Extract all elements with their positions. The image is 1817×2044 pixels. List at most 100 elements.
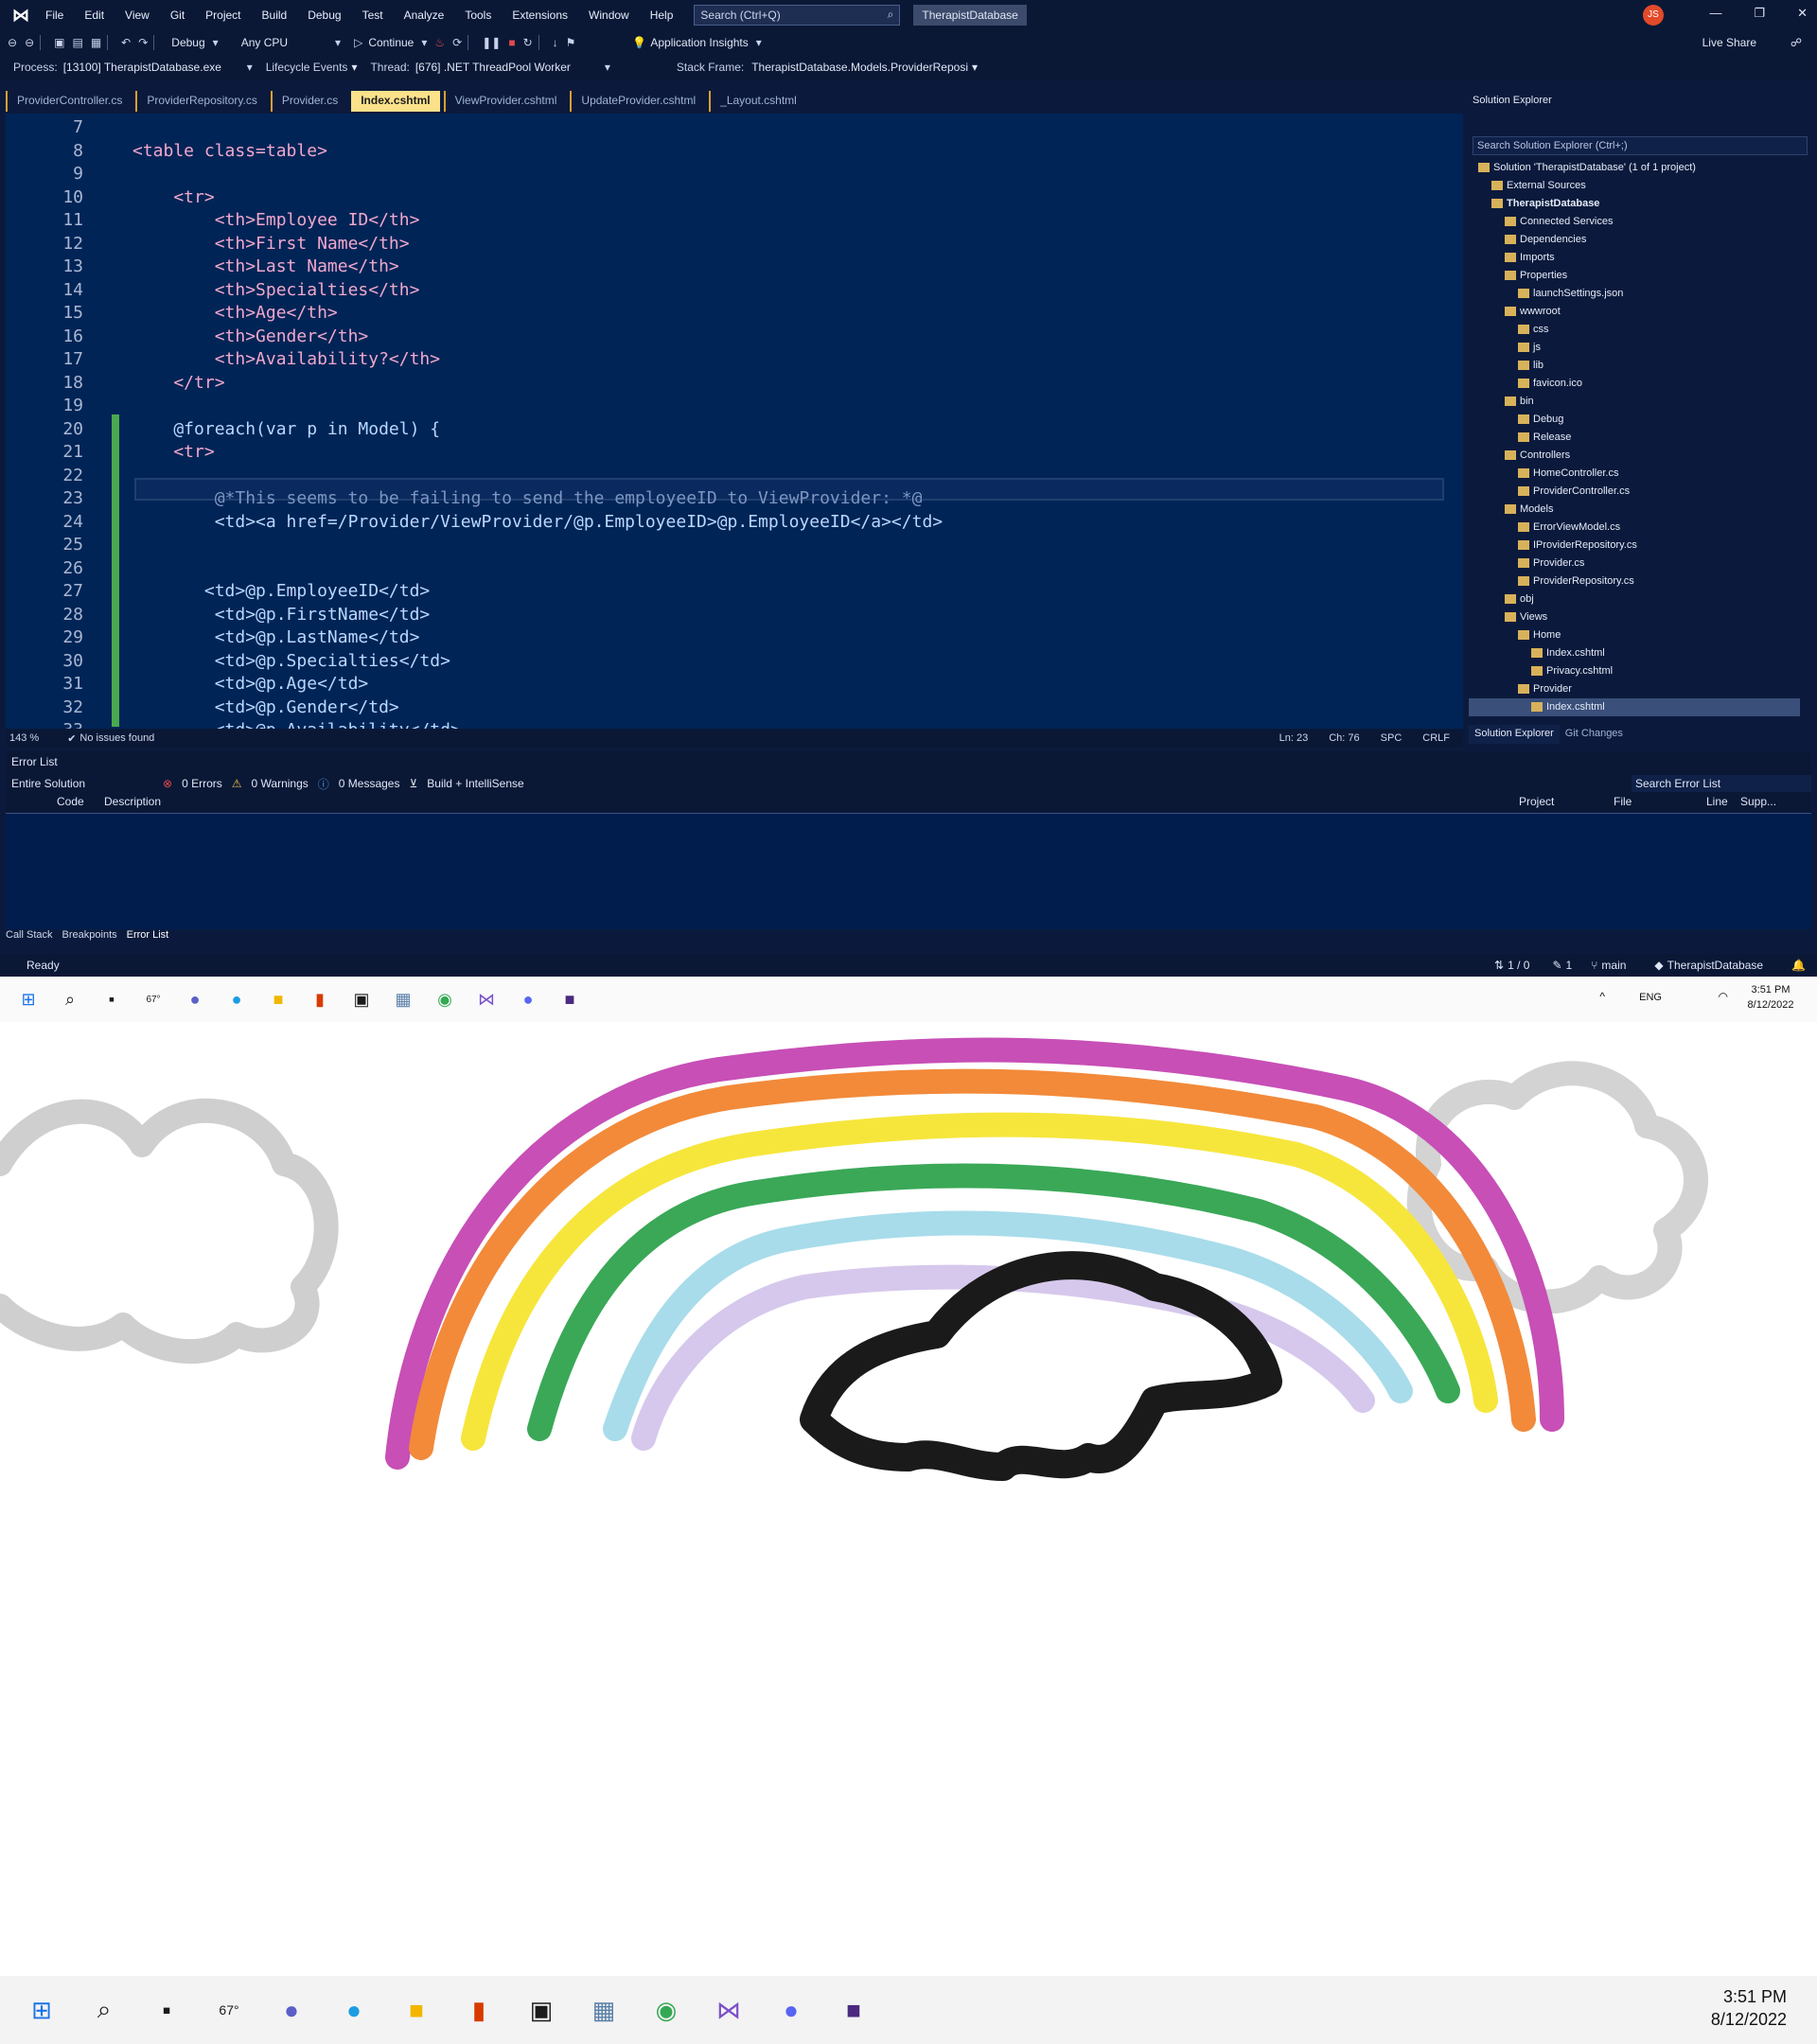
column-code[interactable]: Code (57, 795, 104, 813)
save-icon[interactable]: ▤ (72, 36, 82, 49)
edge-icon[interactable]: ● (223, 986, 250, 1013)
tab-error-list[interactable]: Error List (127, 929, 169, 948)
open-folder-icon[interactable]: ▣ (54, 36, 64, 49)
chrome-icon[interactable]: ◉ (645, 1989, 687, 2031)
feedback-icon[interactable]: ☍ (1791, 36, 1802, 49)
filter-icon[interactable]: ⊻ (409, 777, 417, 790)
tab-providerrepository-cs[interactable]: ProviderRepository.cs (135, 91, 266, 112)
file-explorer-icon[interactable]: ■ (396, 1989, 437, 2031)
visual-studio-icon[interactable]: ⋈ (473, 986, 500, 1013)
windows-start-icon[interactable]: ⊞ (21, 1989, 62, 2031)
tree-item[interactable]: Controllers (1469, 447, 1800, 465)
menu-item-git[interactable]: Git (170, 9, 185, 22)
menu-item-file[interactable]: File (45, 9, 63, 22)
tree-item[interactable]: favicon.ico (1469, 375, 1800, 393)
tree-item[interactable]: Views (1469, 608, 1800, 626)
live-share-button[interactable]: Live Share (1702, 36, 1756, 49)
restore-icon[interactable]: ❐ (1754, 6, 1765, 21)
chevron-up-icon[interactable]: ^ (1599, 990, 1605, 1003)
task-view-icon[interactable]: ▪ (146, 1989, 187, 2031)
minimize-icon[interactable]: — (1709, 6, 1721, 21)
tree-item[interactable]: js (1469, 339, 1800, 357)
app-icon[interactable]: ■ (556, 986, 583, 1013)
messages-filter[interactable]: 0 Messages (339, 777, 400, 790)
repo-name[interactable]: TherapistDatabase (1667, 959, 1763, 972)
issues-status[interactable]: No issues found (79, 732, 154, 744)
tab--layout-cshtml[interactable]: _Layout.cshtml (709, 91, 806, 112)
teams-icon[interactable]: ● (182, 986, 208, 1013)
process-dropdown[interactable]: [13100] TherapistDatabase.exe (63, 61, 234, 74)
drawing-canvas[interactable] (0, 1022, 1817, 1976)
app-icon[interactable]: ■ (833, 1989, 874, 2031)
tree-item[interactable]: Privacy.cshtml (1469, 662, 1800, 680)
windows-start-icon[interactable]: ⊞ (15, 986, 42, 1013)
column-file[interactable]: File (1614, 795, 1706, 813)
errors-filter[interactable]: 0 Errors (182, 777, 222, 790)
tree-item[interactable]: External Sources (1469, 177, 1800, 195)
column-line[interactable]: Line (1706, 795, 1740, 813)
tree-item[interactable]: Debug (1469, 411, 1800, 429)
search-icon[interactable]: ⌕ (83, 1989, 125, 2031)
tree-item[interactable]: Dependencies (1469, 231, 1800, 249)
menu-item-debug[interactable]: Debug (308, 9, 341, 22)
tree-item[interactable]: Index.cshtml (1469, 698, 1800, 716)
network-icon[interactable]: ◠ (1719, 990, 1728, 1003)
tree-item[interactable]: obj (1469, 590, 1800, 608)
code-editor[interactable]: 7 8 <table class=table> 9 10 <tr> 11 <th>Empl… (6, 114, 1463, 729)
edit-count[interactable]: 1 (1566, 959, 1573, 972)
whitespace-mode[interactable]: SPC (1381, 732, 1402, 744)
application-insights-button[interactable]: Application Insights (650, 36, 748, 49)
hot-reload-icon[interactable]: ♨ (434, 36, 445, 49)
terminal-icon[interactable]: ▣ (348, 986, 375, 1013)
tree-item[interactable]: ErrorViewModel.cs (1469, 519, 1800, 537)
menu-item-project[interactable]: Project (205, 9, 240, 22)
office-icon[interactable]: ▮ (307, 986, 333, 1013)
stack-frame-dropdown[interactable]: TherapistDatabase.Models.ProviderReposi (751, 61, 968, 74)
column-suppression[interactable]: Supp... (1740, 795, 1776, 813)
task-view-icon[interactable]: ▪ (98, 986, 125, 1013)
tree-item[interactable]: Index.cshtml (1469, 644, 1800, 662)
file-explorer-icon[interactable]: ■ (265, 986, 291, 1013)
lifecycle-events-button[interactable]: Lifecycle Events (266, 61, 348, 74)
clock-small[interactable]: 3:51 PM 8/12/2022 (1738, 982, 1804, 1013)
tree-item[interactable]: IProviderRepository.cs (1469, 537, 1800, 555)
calculator-icon[interactable]: ▦ (390, 986, 416, 1013)
forward-icon[interactable]: ⊖ (25, 36, 34, 49)
zoom-level[interactable]: 143 % (9, 732, 39, 744)
tab-provider-cs[interactable]: Provider.cs (270, 91, 347, 112)
tree-item[interactable]: Release (1469, 429, 1800, 447)
back-icon[interactable]: ⊖ (8, 36, 17, 49)
edge-icon[interactable]: ● (333, 1989, 375, 2031)
tab-providercontroller-cs[interactable]: ProviderController.cs (6, 91, 132, 112)
menu-item-help[interactable]: Help (650, 9, 674, 22)
stop-icon[interactable]: ■ (508, 36, 515, 49)
warnings-filter[interactable]: 0 Warnings (252, 777, 309, 790)
play-icon[interactable]: ▷ (354, 36, 362, 49)
menu-item-test[interactable]: Test (362, 9, 383, 22)
tree-item[interactable]: ProviderRepository.cs (1469, 573, 1800, 590)
solution-explorer-search[interactable]: Search Solution Explorer (Ctrl+;) (1473, 136, 1808, 155)
clock[interactable]: 3:51 PM 8/12/2022 (1711, 1985, 1787, 2031)
branch-name[interactable]: main (1601, 959, 1626, 972)
tree-item[interactable]: launchSettings.json (1469, 285, 1800, 303)
step-over-icon[interactable]: ↓ (553, 36, 558, 49)
tree-item[interactable]: css (1469, 321, 1800, 339)
discord-icon[interactable]: ● (515, 986, 541, 1013)
tab-index-cshtml[interactable]: Index.cshtml (351, 91, 440, 112)
tree-item[interactable]: bin (1469, 393, 1800, 411)
tab-updateprovider-cshtml[interactable]: UpdateProvider.cshtml (570, 91, 705, 112)
visual-studio-icon[interactable]: ⋈ (708, 1989, 750, 2031)
terminal-icon[interactable]: ▣ (520, 1989, 562, 2031)
tab-breakpoints[interactable]: Breakpoints (62, 929, 117, 948)
bookmark-icon[interactable]: ⚑ (566, 36, 576, 49)
menu-item-edit[interactable]: Edit (84, 9, 104, 22)
search-icon[interactable]: ⌕ (57, 986, 83, 1013)
tree-item[interactable]: lib (1469, 357, 1800, 375)
discord-icon[interactable]: ● (770, 1989, 812, 2031)
calculator-icon[interactable]: ▦ (583, 1989, 625, 2031)
office-icon[interactable]: ▮ (458, 1989, 500, 2031)
tab-viewprovider-cshtml[interactable]: ViewProvider.cshtml (443, 91, 567, 112)
scope-dropdown[interactable]: Entire Solution (11, 777, 153, 790)
tree-item[interactable]: TherapistDatabase (1469, 195, 1800, 213)
tree-item[interactable]: Imports (1469, 249, 1800, 267)
